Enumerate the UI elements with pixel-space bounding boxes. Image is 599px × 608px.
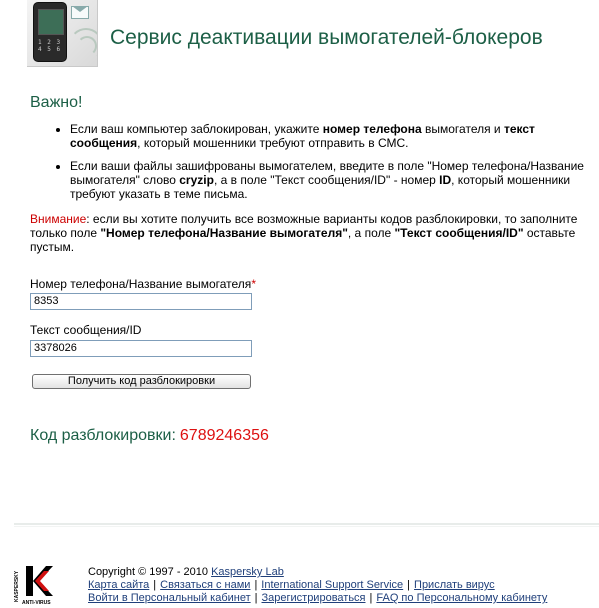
footer-links-row-1: Карта сайта | Связаться с нами | Internation… [88,579,547,592]
warning-bold: "Текст сообщения/ID" [394,226,524,240]
kaspersky-lab-link[interactable]: Kaspersky Lab [211,566,284,578]
page-title: Сервис деактивации вымогателей-блокеров [110,26,543,49]
footer-separator: | [254,592,258,604]
footer-divider-shadow [14,526,599,527]
warning-note: Внимание: если вы хотите получить все во… [30,212,586,254]
personal-cabinet-faq-link[interactable]: FAQ по Персональному кабинету [376,592,547,604]
phone-keys: 1 2 3 4 5 6 [38,39,62,53]
footer-links-row-2: Войти в Персональный кабинет | Зарегистрир… [88,592,547,605]
kaspersky-logo[interactable]: KASPERSKY ANTI-VIRUS [14,562,62,608]
message-input[interactable] [30,340,252,357]
header: 1 2 3 4 5 6 Сервис деактивации вымогател… [0,0,599,70]
phone-field-label: Номер телефона/Название вымогателя* [30,277,256,291]
warning-bold: "Номер телефона/Название вымогателя" [100,226,348,240]
instruction-bold: ID [439,173,452,187]
get-unlock-code-button[interactable]: Получить код разблокировки [32,374,251,389]
register-link[interactable]: Зарегистрироваться [262,592,366,604]
signal-wave-inner-icon [77,36,97,56]
sitemap-link[interactable]: Карта сайта [88,579,149,591]
phone-screen [38,9,64,35]
warning-text: , а поле [347,226,395,240]
personal-cabinet-login-link[interactable]: Войти в Персональный кабинет [88,592,251,604]
phone-label-text: Номер телефона/Название вымогателя [30,277,252,291]
kaspersky-logo-subtitle: ANTI-VIRUS [22,600,51,606]
mobile-phone-icon: 1 2 3 4 5 6 [33,2,67,62]
list-item: Если ваши файлы зашифрованы вымогателем,… [70,159,590,201]
copyright-text: Copyright © 1997 - 2010 [88,566,209,578]
footer-separator: | [407,579,411,591]
submit-virus-link[interactable]: Прислать вирус [414,579,495,591]
instruction-text: , который мошенники требуют отправить в … [137,136,409,150]
kaspersky-logo-vertical-text: KASPERSKY [14,570,20,602]
instruction-bold: cryzip [179,173,214,187]
unlock-code-result: Код разблокировки: 6789246356 [30,427,269,445]
footer-separator: | [369,592,373,604]
instruction-text: Если ваш компьютер заблокирован, укажите [70,122,323,136]
instruction-bold: номер телефона [322,122,422,136]
footer: Copyright © 1997 - 2010 Kaspersky Lab Ка… [88,566,547,605]
support-service-link[interactable]: International Support Service [261,579,403,591]
service-logo: 1 2 3 4 5 6 [27,0,98,67]
message-field-label: Текст сообщения/ID [30,323,142,337]
kaspersky-k-icon [26,566,53,596]
footer-separator: | [254,579,258,591]
result-label: Код разблокировки: [30,427,176,444]
instruction-text: , а в поле "Текст сообщения/ID" - номер [213,173,440,187]
phone-input[interactable] [30,293,252,310]
instruction-text: вымогателя и [421,122,504,136]
required-mark: * [251,277,256,291]
list-item: Если ваш компьютер заблокирован, укажите… [70,122,590,150]
footer-separator: | [153,579,157,591]
warning-label: Внимание [30,212,87,226]
contact-us-link[interactable]: Связаться с нами [160,579,250,591]
unlock-code-value: 6789246356 [179,427,269,444]
instructions-list: Если ваш компьютер заблокирован, укажите… [46,122,590,210]
envelope-icon [71,6,89,19]
copyright-line: Copyright © 1997 - 2010 Kaspersky Lab [88,566,547,579]
important-heading: Важно! [30,94,83,111]
footer-divider [14,523,599,525]
